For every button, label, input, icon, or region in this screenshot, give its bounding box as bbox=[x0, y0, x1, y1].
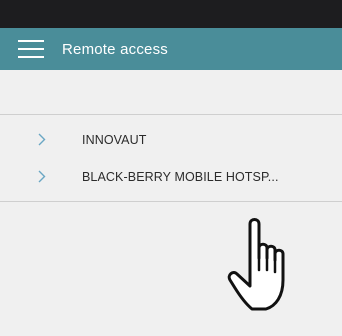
chevron-right-icon bbox=[0, 121, 82, 158]
page-title: Remote access bbox=[62, 40, 168, 58]
app-screen: Remote access INNOVAUT BLACK-BERRY MOBIL… bbox=[0, 0, 342, 336]
list-item-innovaut[interactable]: INNOVAUT bbox=[0, 121, 342, 158]
remote-device-list: INNOVAUT BLACK-BERRY MOBILE HOTSP... bbox=[0, 114, 342, 202]
pointing-hand-cursor-icon bbox=[227, 218, 285, 311]
app-bar: Remote access bbox=[0, 28, 342, 70]
hamburger-menu-icon bbox=[18, 40, 44, 58]
list-item-blackberry-hotspot[interactable]: BLACK-BERRY MOBILE HOTSP... bbox=[0, 158, 342, 195]
list-item-label: BLACK-BERRY MOBILE HOTSP... bbox=[82, 169, 279, 184]
status-bar bbox=[0, 0, 342, 28]
list-item-label: INNOVAUT bbox=[82, 132, 147, 147]
chevron-right-icon bbox=[0, 158, 82, 195]
menu-button[interactable] bbox=[0, 28, 62, 70]
